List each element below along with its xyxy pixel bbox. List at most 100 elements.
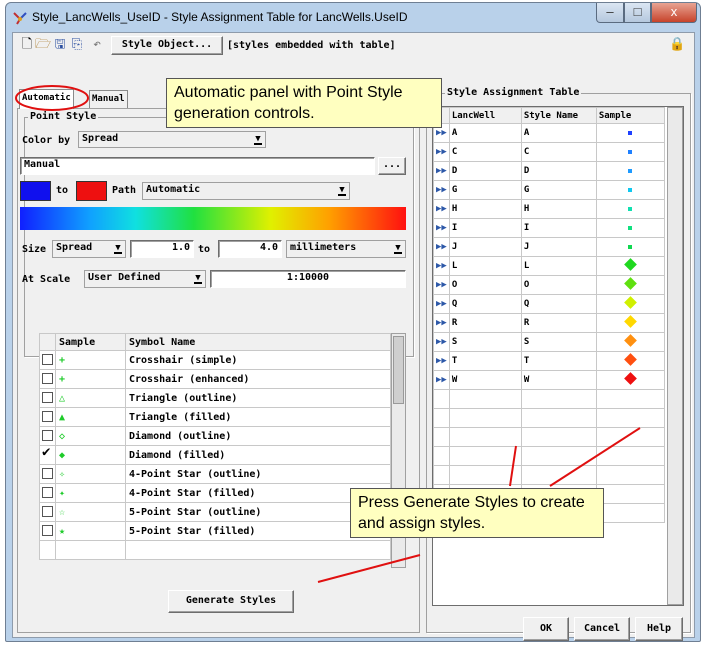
- lancwell-cell[interactable]: J: [448, 237, 522, 257]
- assignment-table-row[interactable]: ▶▶ T T: [433, 351, 666, 371]
- ok-button[interactable]: OK: [523, 617, 569, 641]
- lancwell-cell[interactable]: Q: [448, 294, 522, 314]
- row-arrows-icon[interactable]: ▶▶: [433, 142, 450, 162]
- lancwell-column-header[interactable]: LancWell: [448, 107, 522, 124]
- save-as-icon[interactable]: ⎘: [69, 37, 85, 53]
- path-dropdown[interactable]: Automatic ▼: [142, 182, 350, 200]
- close-button[interactable]: x: [651, 3, 697, 23]
- size-units-dropdown[interactable]: millimeters ▼: [286, 240, 406, 258]
- sample-cell[interactable]: [595, 180, 666, 200]
- from-color-swatch[interactable]: [20, 181, 51, 201]
- style-name-cell[interactable]: R: [520, 313, 597, 333]
- row-arrows-icon[interactable]: ▶▶: [433, 256, 450, 276]
- sample-cell[interactable]: [595, 142, 666, 162]
- minimize-button[interactable]: –: [596, 3, 624, 23]
- symbol-checkbox[interactable]: [42, 354, 53, 365]
- sample-cell[interactable]: [595, 370, 666, 390]
- assignment-table-row[interactable]: ▶▶ D D: [433, 161, 666, 181]
- style-name-cell[interactable]: O: [520, 275, 597, 295]
- style-name-cell[interactable]: J: [520, 237, 597, 257]
- maximize-button[interactable]: □: [624, 3, 651, 23]
- lancwell-cell[interactable]: O: [448, 275, 522, 295]
- palette-browse-button[interactable]: ...: [378, 157, 406, 175]
- cancel-button[interactable]: Cancel: [574, 617, 630, 641]
- row-arrows-icon[interactable]: ▶▶: [433, 313, 450, 333]
- lancwell-cell[interactable]: G: [448, 180, 522, 200]
- lancwell-cell[interactable]: R: [448, 313, 522, 333]
- tab-manual[interactable]: Manual: [89, 90, 128, 108]
- sample-cell[interactable]: [595, 351, 666, 371]
- color-by-dropdown[interactable]: Spread ▼: [78, 131, 266, 148]
- open-folder-icon[interactable]: 🗁: [35, 37, 51, 53]
- sample-cell[interactable]: [595, 199, 666, 219]
- symbol-checkbox[interactable]: ✔: [42, 444, 53, 460]
- assignment-table-row[interactable]: ▶▶ Q Q: [433, 294, 666, 314]
- symbol-checkbox[interactable]: [42, 525, 53, 536]
- symbol-table-row[interactable]: ✧ 4-Point Star (outline): [39, 464, 391, 484]
- symbol-name-column-header[interactable]: Symbol Name: [125, 333, 391, 351]
- symbol-table-row[interactable]: ★ 5-Point Star (filled): [39, 521, 391, 541]
- style-name-cell[interactable]: L: [520, 256, 597, 276]
- lancwell-cell[interactable]: C: [448, 142, 522, 162]
- assignment-table-row[interactable]: ▶▶ L L: [433, 256, 666, 276]
- style-name-cell[interactable]: S: [520, 332, 597, 352]
- assignment-table-row[interactable]: ▶▶ H H: [433, 199, 666, 219]
- symbol-table-row[interactable]: ☆ 5-Point Star (outline): [39, 502, 391, 522]
- symbol-checkbox[interactable]: [42, 373, 53, 384]
- undo-icon[interactable]: ↶: [89, 37, 105, 53]
- style-name-cell[interactable]: W: [520, 370, 597, 390]
- size-max-field[interactable]: 4.0: [218, 240, 282, 258]
- sample-column-header[interactable]: Sample: [55, 333, 126, 351]
- lock-icon[interactable]: 🔒: [669, 37, 685, 53]
- style-name-cell[interactable]: C: [520, 142, 597, 162]
- row-arrows-icon[interactable]: ▶▶: [433, 351, 450, 371]
- sample-cell[interactable]: [595, 237, 666, 257]
- row-arrows-icon[interactable]: ▶▶: [433, 370, 450, 390]
- symbol-table-row[interactable]: ✦ 4-Point Star (filled): [39, 483, 391, 503]
- row-arrows-icon[interactable]: ▶▶: [433, 294, 450, 314]
- assignment-table-row[interactable]: ▶▶ J J: [433, 237, 666, 257]
- size-min-field[interactable]: 1.0: [130, 240, 194, 258]
- sample-cell[interactable]: [595, 313, 666, 333]
- symbol-checkbox[interactable]: [42, 468, 53, 479]
- row-arrows-icon[interactable]: ▶▶: [433, 180, 450, 200]
- style-name-cell[interactable]: Q: [520, 294, 597, 314]
- symbol-table-row[interactable]: + Crosshair (enhanced): [39, 369, 391, 389]
- style-name-cell[interactable]: I: [520, 218, 597, 238]
- symbol-table-row[interactable]: ✔ ◆ Diamond (filled): [39, 444, 391, 465]
- title-bar[interactable]: Style_LancWells_UseID - Style Assignment…: [6, 3, 700, 31]
- row-arrows-icon[interactable]: ▶▶: [433, 237, 450, 257]
- assignment-table-row[interactable]: ▶▶ S S: [433, 332, 666, 352]
- row-arrows-icon[interactable]: ▶▶: [433, 199, 450, 219]
- sample-column-header[interactable]: Sample: [595, 107, 666, 124]
- sample-cell[interactable]: [595, 332, 666, 352]
- lancwell-cell[interactable]: L: [448, 256, 522, 276]
- symbol-checkbox[interactable]: [42, 411, 53, 422]
- assignment-table-row[interactable]: ▶▶ O O: [433, 275, 666, 295]
- style-name-cell[interactable]: A: [520, 123, 597, 143]
- style-name-cell[interactable]: D: [520, 161, 597, 181]
- sample-cell[interactable]: [595, 123, 666, 143]
- lancwell-cell[interactable]: S: [448, 332, 522, 352]
- assignment-table-row[interactable]: ▶▶ I I: [433, 218, 666, 238]
- row-arrows-icon[interactable]: ▶▶: [433, 218, 450, 238]
- symbol-table-row[interactable]: ◇ Diamond (outline): [39, 426, 391, 446]
- at-scale-field[interactable]: 1:10000: [210, 270, 406, 288]
- help-button[interactable]: Help: [635, 617, 683, 641]
- generate-styles-button[interactable]: Generate Styles: [168, 590, 294, 613]
- scrollbar-thumb[interactable]: [393, 336, 404, 404]
- save-icon[interactable]: 🖫: [52, 37, 68, 53]
- assignment-table-row[interactable]: ▶▶ G G: [433, 180, 666, 200]
- lancwell-cell[interactable]: W: [448, 370, 522, 390]
- style-name-cell[interactable]: H: [520, 199, 597, 219]
- style-object-button[interactable]: Style Object...: [111, 36, 223, 55]
- assignment-table-scrollbar[interactable]: [667, 107, 683, 605]
- lancwell-cell[interactable]: I: [448, 218, 522, 238]
- sample-cell[interactable]: [595, 256, 666, 276]
- lancwell-cell[interactable]: D: [448, 161, 522, 181]
- symbol-checkbox[interactable]: [42, 392, 53, 403]
- assignment-table-row[interactable]: ▶▶ W W: [433, 370, 666, 390]
- row-arrows-icon[interactable]: ▶▶: [433, 161, 450, 181]
- symbol-checkbox[interactable]: [42, 506, 53, 517]
- assignment-table-row[interactable]: ▶▶ A A: [433, 123, 666, 143]
